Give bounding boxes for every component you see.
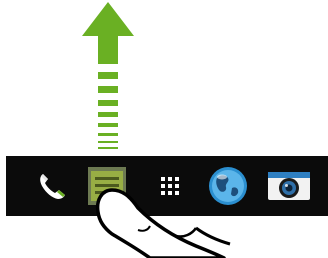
up-arrow-icon — [82, 2, 134, 149]
hand-pointer-icon — [95, 188, 231, 258]
phone-icon — [40, 174, 65, 199]
camera-icon — [268, 172, 310, 200]
dock-item-camera[interactable] — [264, 156, 314, 216]
dock-item-phone[interactable] — [30, 156, 74, 216]
